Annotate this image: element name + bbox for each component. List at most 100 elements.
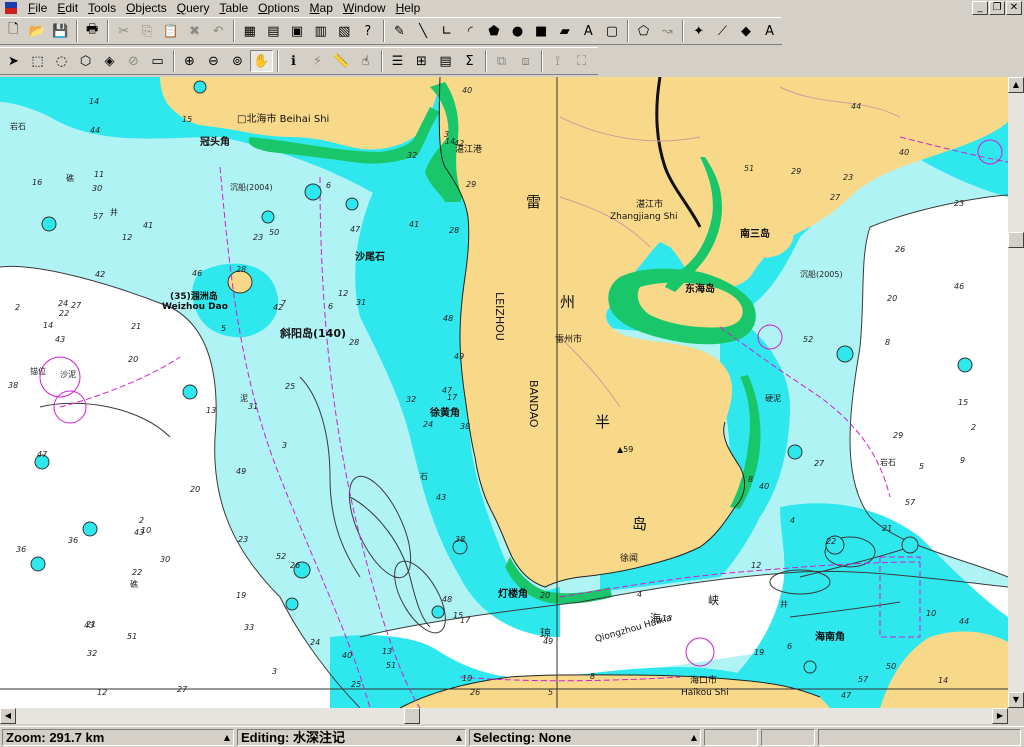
rectangle-tool-button[interactable]: ■ — [530, 20, 553, 42]
copy-button[interactable]: ⎘ — [136, 20, 159, 42]
zoom-in-icon: ⊕ — [184, 53, 195, 69]
line-tool-button[interactable]: ╲ — [412, 20, 435, 42]
undo-button[interactable]: ↶ — [207, 20, 230, 42]
polyline-tool-button[interactable]: ∟ — [435, 20, 458, 42]
zoom-in-button[interactable]: ⊕ — [178, 50, 201, 72]
frame-tool-button[interactable]: ▢ — [601, 20, 624, 42]
show-scale-button[interactable]: ⊞ — [410, 50, 433, 72]
layer-control-button[interactable]: ☰ — [386, 50, 409, 72]
statistics-button[interactable]: ▤ — [434, 50, 457, 72]
cut-button[interactable]: ✂ — [112, 20, 135, 42]
label-xia: 峡 — [708, 593, 719, 607]
theme-map-button[interactable]: ⧈ — [514, 50, 537, 72]
hotlink-button[interactable]: ⚡ — [306, 50, 329, 72]
horizontal-scrollbar[interactable]: ◀ ▶ — [0, 708, 1008, 724]
line-style-button[interactable]: ⟋ — [711, 20, 734, 42]
vertical-scroll-thumb[interactable] — [1008, 232, 1024, 248]
redistrict-button[interactable]: ▧ — [333, 20, 356, 42]
nautical-chart[interactable]: □北海市 Beihai Shi 冠头角 沙尾石 (35)涠洲岛 Weizhou … — [0, 77, 1008, 708]
rounded-rectangle-tool-button[interactable]: ▰ — [553, 20, 576, 42]
ellipse-tool-button[interactable]: ● — [506, 20, 529, 42]
drag-map-window-button[interactable]: ☝ — [354, 50, 377, 72]
zoom-out-icon: ⊖ — [208, 53, 219, 69]
sounding-depth: 21 — [131, 322, 141, 331]
menu-item[interactable]: Map — [305, 0, 338, 16]
table-view-button[interactable]: ▦ — [238, 20, 261, 42]
selecting-status[interactable]: Selecting: None ▲ — [469, 729, 701, 746]
sum-button[interactable]: Σ — [458, 50, 481, 72]
menu-item[interactable]: File — [23, 0, 52, 16]
menu-item[interactable]: Edit — [52, 0, 83, 16]
legend-button[interactable]: ⧉ — [490, 50, 513, 72]
symbol-style-button[interactable]: ✦ — [687, 20, 710, 42]
horizontal-scroll-thumb[interactable] — [404, 708, 420, 724]
change-view-button[interactable]: ⊚ — [226, 50, 249, 72]
select-arrow-button[interactable]: ➤ — [2, 50, 25, 72]
paste-button[interactable]: 📋 — [160, 20, 183, 42]
unselect-all-button[interactable]: ⊘ — [122, 50, 145, 72]
dropdown-arrow-icon[interactable]: ▲ — [224, 730, 230, 745]
close-button[interactable]: ✕ — [1006, 1, 1022, 15]
set-target-button[interactable]: ⛶ — [570, 50, 593, 72]
scroll-down-button[interactable]: ▼ — [1008, 692, 1024, 708]
sounding-depth: 26 — [895, 245, 905, 254]
open-folder-button[interactable]: 📂 — [26, 20, 49, 42]
seabed-feature-label: 沉船(2005) — [800, 269, 843, 279]
menu-item-mnemonic: O — [258, 1, 268, 15]
print-button[interactable]: 🖶 — [81, 20, 104, 42]
sounding-depth: 47 — [442, 386, 453, 395]
scroll-left-button[interactable]: ◀ — [0, 708, 16, 724]
menu-item[interactable]: Help — [391, 0, 426, 16]
zoom-status[interactable]: Zoom: 291.7 km ▲ — [2, 729, 234, 746]
graph-select-button[interactable]: ▭ — [146, 50, 169, 72]
zoom-out-button[interactable]: ⊖ — [202, 50, 225, 72]
info-tool-button[interactable]: ℹ — [282, 50, 305, 72]
map-window[interactable]: □北海市 Beihai Shi 冠头角 沙尾石 (35)涠洲岛 Weizhou … — [0, 77, 1008, 708]
boundary-select-button[interactable]: ◈ — [98, 50, 121, 72]
menu-item[interactable]: Objects — [121, 0, 172, 16]
sounding-depth: 23 — [954, 199, 964, 208]
menu-item[interactable]: Tools — [83, 0, 121, 16]
label-zhou: 州 — [560, 293, 575, 311]
marquee-select-button[interactable]: ⬚ — [26, 50, 49, 72]
text-tool-button[interactable]: A — [577, 20, 600, 42]
new-file-button[interactable]: 🗋 — [2, 20, 25, 42]
change-view-icon: ⊚ — [232, 53, 243, 69]
minimize-button[interactable]: _ — [972, 1, 988, 15]
scroll-up-button[interactable]: ▲ — [1008, 77, 1024, 93]
add-node-button[interactable]: ↝ — [656, 20, 679, 42]
app-icon[interactable] — [4, 1, 20, 15]
dropdown-arrow-icon[interactable]: ▲ — [691, 730, 697, 745]
editing-status[interactable]: Editing: 水深注记 ▲ — [237, 729, 466, 746]
ruler-button[interactable]: 📏 — [330, 50, 353, 72]
restore-button[interactable]: ❐ — [989, 1, 1005, 15]
delete-button[interactable]: ✖ — [183, 20, 206, 42]
menu-item[interactable]: Window — [338, 0, 391, 16]
menu-item[interactable]: Options — [253, 0, 304, 16]
rectangle-tool-icon: ■ — [534, 23, 548, 39]
scroll-right-button[interactable]: ▶ — [992, 708, 1008, 724]
sounding-depth: 40 — [759, 482, 769, 491]
menu-item[interactable]: Query — [172, 0, 215, 16]
save-button[interactable]: 💾 — [49, 20, 72, 42]
grabber-hand-button[interactable]: ✋ — [250, 50, 273, 72]
vertical-scrollbar[interactable]: ▲ ▼ — [1008, 77, 1024, 708]
layout-window-button[interactable]: ▥ — [309, 20, 332, 42]
window-layout-icon: ▤ — [267, 23, 280, 39]
text-style-button[interactable]: A — [758, 20, 781, 42]
menu-item[interactable]: Table — [214, 0, 253, 16]
help-pointer-button[interactable]: ? — [357, 20, 380, 42]
frame-tool-icon: ▢ — [605, 23, 619, 39]
reshape-button[interactable]: ⬠ — [632, 20, 655, 42]
label-denglouljiao: 灯楼角 — [498, 587, 528, 600]
map-window-button[interactable]: ▣ — [286, 20, 309, 42]
polygon-tool-button[interactable]: ⬟ — [483, 20, 506, 42]
window-layout-button[interactable]: ▤ — [262, 20, 285, 42]
symbol-tool-button[interactable]: ✎ — [388, 20, 411, 42]
region-style-button[interactable]: ◆ — [735, 20, 758, 42]
clip-region-button[interactable]: ⟟ — [546, 50, 569, 72]
polygon-select-button[interactable]: ⬡ — [74, 50, 97, 72]
radius-select-button[interactable]: ◌ — [50, 50, 73, 72]
arc-tool-button[interactable]: ◜ — [459, 20, 482, 42]
dropdown-arrow-icon[interactable]: ▲ — [456, 730, 462, 745]
